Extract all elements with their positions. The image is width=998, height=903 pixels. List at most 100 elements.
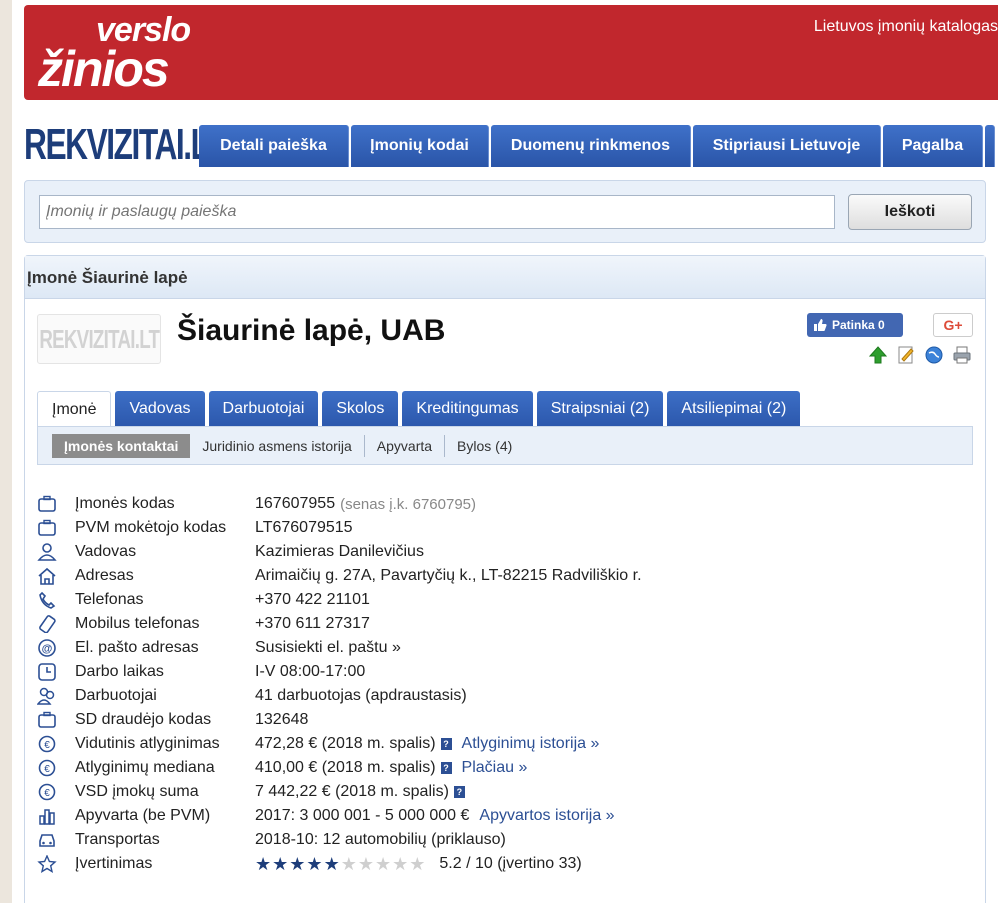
hours-value: I-V 08:00-17:00 [255,663,366,680]
info-row-address: Adresas Arimaičių g. 27A, Pavartyčių k.,… [37,564,642,588]
company-panel: Įmonė Šiaurinė lapė REKVIZITAI.LT Šiauri… [24,255,986,903]
globe-icon[interactable] [923,344,945,366]
facebook-like-button[interactable]: Patinka 0 [807,313,903,337]
help-icon[interactable]: ? [440,738,452,750]
nav-detail-search[interactable]: Detali paieška [199,125,349,167]
rating-stars[interactable]: ★ ★ ★ ★ ★ ★ ★ ★ ★ ★ [255,854,425,874]
rekvizitai-logo-main: REKVIZITAI [24,120,185,169]
euro-coin-icon: € [37,783,75,801]
turnover-history-link[interactable]: Apyvartos istorija » [479,807,614,825]
help-icon[interactable]: ? [453,786,465,798]
nav-help[interactable]: Pagalba [883,125,983,167]
star-filled-icon[interactable]: ★ [255,854,271,874]
nav-company-codes[interactable]: Įmonių kodai [351,125,489,167]
info-row-phone: Telefonas +370 422 21101 [37,588,642,612]
page-left-edge [0,0,12,903]
info-row-manager: Vadovas Kazimieras Danilevičius [37,540,642,564]
star-empty-icon[interactable]: ★ [375,854,391,874]
info-row-sd-code: SD draudėjo kodas 132648 [37,708,642,732]
svg-text:@: @ [42,643,53,655]
euro-coin-icon: € [37,759,75,777]
briefcase-icon [37,495,75,513]
info-row-mobile: Mobilus telefonas +370 611 27317 [37,612,642,636]
info-label: El. pašto adresas [75,639,199,656]
star-empty-icon[interactable]: ★ [392,854,408,874]
company-tabs: Įmonė Vadovas Darbuotojai Skolos Krediti… [37,391,804,427]
top-banner: verslo žinios Lietuvos įmonių katalogas [24,5,998,100]
info-row-rating: Įvertinimas ★ ★ ★ ★ ★ ★ ★ ★ ★ ★ 5.2 / 10 (įvertin… [37,852,642,876]
up-arrow-icon[interactable] [867,344,889,366]
info-label: Darbo laikas [75,663,164,680]
sd-code-value: 132648 [255,711,309,728]
subtab-turnover[interactable]: Apyvarta [365,434,446,457]
svg-text:€: € [44,740,50,751]
turnover-value: 2017: 3 000 001 - 5 000 000 € [255,807,470,824]
briefcase-icon [37,711,75,729]
manager-value: Kazimieras Danilevičius [255,543,424,560]
star-empty-icon[interactable]: ★ [409,854,425,874]
tab-manager[interactable]: Vadovas [115,391,205,426]
address-value: Arimaičių g. 27A, Pavartyčių k., LT-8221… [255,567,642,584]
phone-value[interactable]: +370 422 21101 [255,591,370,609]
thumbs-up-icon [814,319,827,331]
print-icon[interactable] [951,344,973,366]
nav-data-files[interactable]: Duomenų rinkmenos [491,125,691,167]
star-empty-icon[interactable]: ★ [341,854,357,874]
info-row-code: Įmonės kodas 167607955 (senas į.k. 676079… [37,492,642,516]
avg-salary-value: 472,28 € (2018 m. spalis) [255,735,436,752]
help-icon[interactable]: ? [440,762,452,774]
search-input[interactable] [39,195,835,229]
logo-line2: žinios [38,41,170,97]
employees-value: 41 darbuotojas (apdraustasis) [255,687,467,704]
salary-history-link[interactable]: Atlyginimų istorija » [462,735,600,753]
nav-strongest[interactable]: Stipriausi Lietuvoje [693,125,881,167]
info-label: Įvertinimas [75,855,153,872]
tab-credit[interactable]: Kreditingumas [402,391,533,426]
star-filled-icon[interactable]: ★ [306,854,322,874]
info-label: Vidutinis atlyginimas [75,735,220,752]
info-label: Adresas [75,567,134,584]
google-plus-button[interactable]: G+ [933,313,973,337]
like-label: Patinka 0 [832,318,885,332]
search-button[interactable]: Ieškoti [848,194,972,230]
info-row-email: @ El. pašto adresas Susisiekti el. paštu… [37,636,642,660]
info-row-vsd: € VSD įmokų suma 7 442,22 € (2018 m. spa… [37,780,642,804]
info-row-turnover: Apyvarta (be PVM) 2017: 3 000 001 - 5 00… [37,804,642,828]
edit-icon[interactable] [895,344,917,366]
person-icon [37,543,75,561]
tab-company[interactable]: Įmonė [37,391,112,427]
subtab-history[interactable]: Juridinio asmens istorija [190,434,365,457]
star-filled-icon[interactable]: ★ [289,854,305,874]
at-sign-icon: @ [37,639,75,657]
star-empty-icon[interactable]: ★ [358,854,374,874]
star-filled-icon[interactable]: ★ [324,854,340,874]
briefcase-icon [37,519,75,537]
star-outline-icon [37,855,75,873]
email-contact-link[interactable]: Susisiekti el. paštu » [255,639,401,657]
subtab-cases[interactable]: Bylos (4) [445,435,524,457]
tab-reviews[interactable]: Atsiliepimai (2) [667,391,801,426]
svg-text:€: € [44,788,50,799]
mobile-value[interactable]: +370 611 27317 [255,615,370,633]
info-label: Apyvarta (be PVM) [75,807,211,824]
banner-tagline[interactable]: Lietuvos įmonių katalogas [814,18,998,36]
tab-debts[interactable]: Skolos [322,391,399,426]
verslo-zinios-logo[interactable]: verslo žinios [38,13,191,97]
nav-overflow-item[interactable] [985,125,995,167]
info-label: VSD įmokų suma [75,783,199,800]
panel-title: Įmonė Šiaurinė lapė [25,256,985,299]
more-info-link[interactable]: Plačiau » [462,759,528,777]
tab-articles[interactable]: Straipsniai (2) [536,391,664,426]
vat-value: LT676079515 [255,519,353,536]
star-filled-icon[interactable]: ★ [272,854,288,874]
rekvizitai-logo[interactable]: REKVIZITAI.LT [24,120,226,170]
svg-text:€: € [44,764,50,775]
company-logo-placeholder: REKVIZITAI.LT [37,314,161,364]
info-label: PVM mokėtojo kodas [75,519,227,536]
info-label: Darbuotojai [75,687,157,704]
subtab-contacts[interactable]: Įmonės kontaktai [52,433,191,458]
company-info-list: Įmonės kodas 167607955 (senas į.k. 676079… [37,492,642,876]
company-code-value: 167607955 [255,495,336,512]
tab-employees[interactable]: Darbuotojai [208,391,319,426]
company-name: Šiaurinė lapė, UAB [177,314,446,347]
